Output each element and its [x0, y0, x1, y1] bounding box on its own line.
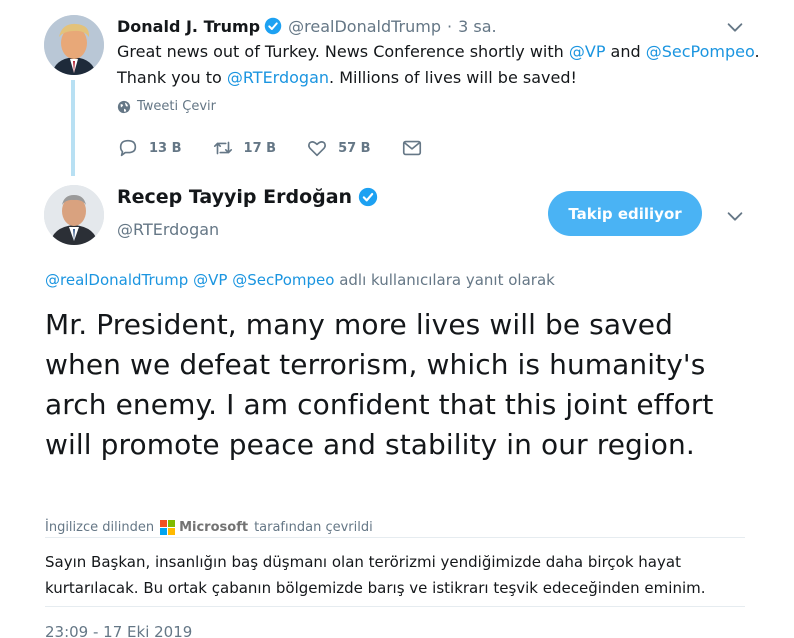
mention-vp[interactable]: @VP: [193, 271, 227, 289]
retweet-button[interactable]: 17 B: [212, 137, 277, 159]
like-button[interactable]: 57 B: [306, 137, 371, 159]
mention-realdonaldtrump[interactable]: @realDonaldTrump: [45, 271, 188, 289]
separator-dot: ·: [447, 16, 453, 36]
verified-icon: [264, 17, 282, 35]
chevron-down-icon[interactable]: [724, 16, 746, 38]
envelope-icon: [402, 140, 421, 156]
parent-tweet-text: Great news out of Turkey. News Conferenc…: [117, 42, 760, 87]
reply-button[interactable]: 13 B: [117, 137, 182, 159]
parent-author-handle[interactable]: @realDonaldTrump: [288, 17, 441, 36]
translated-text: Sayın Başkan, insanlığın baş düşmanı ola…: [45, 553, 706, 597]
divider: [45, 537, 745, 538]
parent-time[interactable]: 3 sa.: [458, 17, 497, 36]
heart-icon: [308, 141, 327, 157]
reply-author-handle[interactable]: @RTErdogan: [117, 220, 219, 239]
reply-count: 13 B: [149, 140, 182, 156]
chevron-down-icon[interactable]: [724, 205, 746, 227]
retweet-icon: [213, 141, 232, 155]
like-count: 57 B: [338, 140, 371, 156]
mention-secpompeo[interactable]: @SecPompeo: [646, 42, 755, 61]
microsoft-logo: Microsoft: [160, 520, 248, 535]
translate-label: Tweeti Çevir: [137, 99, 216, 114]
retweet-count: 17 B: [243, 140, 277, 156]
parent-header: Donald J. Trump @realDonaldTrump · 3 sa.: [117, 14, 497, 38]
parent-actions: 13 B 17 B 57 B: [117, 136, 463, 160]
translation-attribution: İngilizce dilinden Microsoft tarafından …: [45, 520, 373, 535]
mention-rterdogan[interactable]: @RTErdogan: [227, 68, 329, 87]
following-button[interactable]: Takip ediliyor: [548, 191, 702, 236]
mention-secpompeo[interactable]: @SecPompeo: [232, 271, 334, 289]
verified-icon: [358, 187, 378, 207]
translate-tweet-link[interactable]: Tweeti Çevir: [117, 99, 216, 114]
replying-to-suffix: adlı kullanıcılara yanıt olarak: [339, 271, 555, 289]
trump-avatar[interactable]: [44, 15, 104, 75]
microsoft-icon: [160, 520, 176, 535]
replying-to: @realDonaldTrump @VP @SecPompeo adlı kul…: [45, 271, 555, 289]
parent-author-name[interactable]: Donald J. Trump: [117, 17, 260, 36]
reply-icon: [119, 139, 137, 157]
parent-tweet: Donald J. Trump @realDonaldTrump · 3 sa.…: [0, 0, 794, 180]
reply-author-name[interactable]: Recep Tayyip Erdoğan: [117, 186, 378, 208]
reply-timestamp[interactable]: 23:09 - 17 Eki 2019: [45, 623, 192, 638]
erdogan-avatar[interactable]: [44, 185, 104, 245]
thread-line: [71, 80, 75, 176]
divider: [45, 606, 745, 607]
mention-vp[interactable]: @VP: [569, 42, 606, 61]
direct-message-button[interactable]: [401, 137, 433, 159]
globe-icon: [117, 100, 131, 113]
reply-tweet-text: Mr. President, many more lives will be s…: [45, 308, 714, 461]
